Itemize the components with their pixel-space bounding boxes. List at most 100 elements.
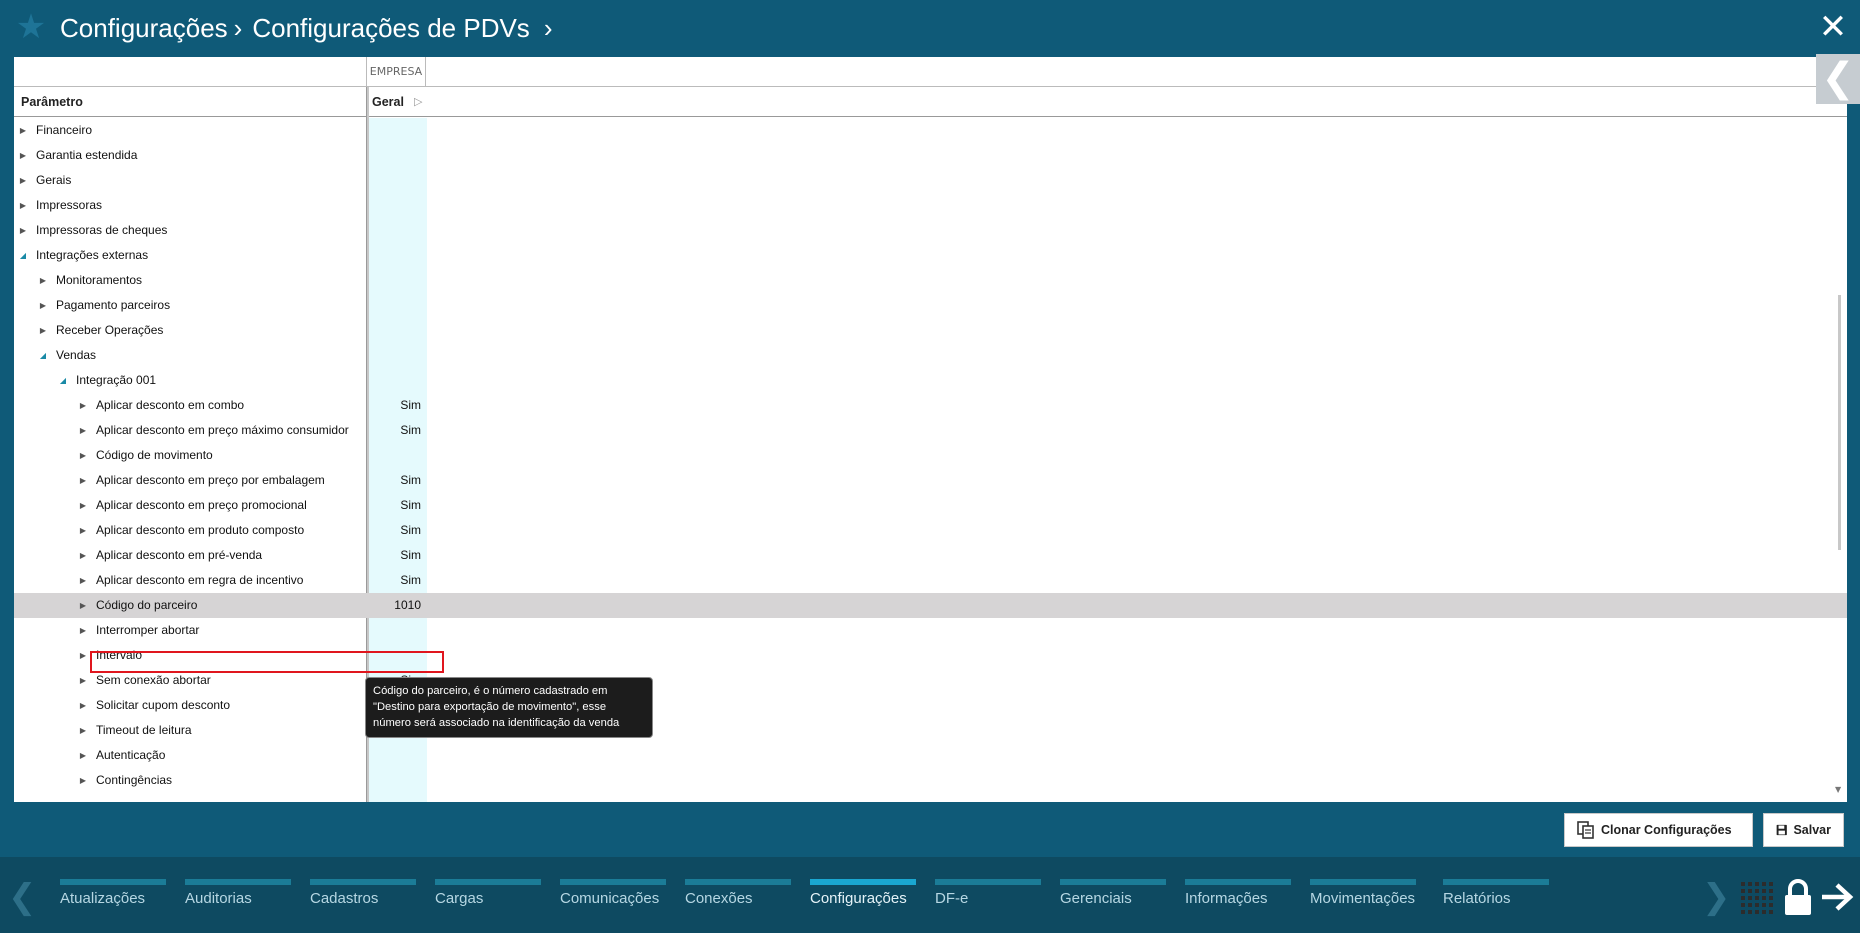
table-row[interactable]: ▶ Código de movimento (14, 443, 1847, 468)
table-row[interactable]: ▶ Aplicar desconto em regra de incentivo S… (14, 568, 1847, 593)
nav-item[interactable]: Gerenciais (1060, 879, 1166, 909)
nav-item[interactable]: Conexões (685, 879, 791, 909)
nav-item[interactable]: Movimentações (1310, 879, 1416, 909)
expand-arrow-icon[interactable]: ▶ (18, 193, 28, 218)
row-value[interactable]: Sim (369, 568, 425, 593)
expand-arrow-icon[interactable]: ▶ (78, 718, 88, 743)
row-value[interactable]: 1010 (369, 593, 425, 618)
nav-item[interactable]: Cadastros (310, 879, 416, 909)
table-row[interactable]: ▶ Aplicar desconto em preço promocional Si… (14, 493, 1847, 518)
nav-scroll-right-icon[interactable]: ❯ (1702, 880, 1731, 914)
expand-arrow-icon[interactable]: ▶ (38, 318, 48, 343)
nav-item[interactable]: DF-e (935, 879, 1041, 909)
scroll-down-icon[interactable]: ▼ (1835, 785, 1841, 794)
expand-arrow-icon[interactable]: ▶ (38, 268, 48, 293)
expand-arrow-icon[interactable]: ▶ (78, 443, 88, 468)
row-value[interactable]: Sim (369, 493, 425, 518)
breadcrumb-item-configuracoes[interactable]: Configurações (60, 13, 228, 44)
expand-arrow-icon[interactable]: ▶ (78, 743, 88, 768)
table-row[interactable]: ▶ Aplicar desconto em pré-venda Sim (14, 543, 1847, 568)
table-row[interactable]: ◢ Integrações externas (14, 243, 1847, 268)
table-row[interactable]: ◢ Vendas (14, 343, 1847, 368)
row-label: Garantia estendida (36, 148, 138, 162)
expand-arrow-icon[interactable]: ▶ (78, 618, 88, 643)
row-value[interactable]: Sim (369, 393, 425, 418)
nav-item-label: Movimentações (1310, 890, 1416, 907)
column-expand-icon[interactable]: ▷ (414, 95, 422, 108)
breadcrumb-next-icon[interactable]: › (544, 13, 553, 44)
expand-arrow-icon[interactable]: ▶ (78, 493, 88, 518)
highlight-box (90, 651, 444, 673)
collapse-arrow-icon[interactable]: ◢ (18, 243, 28, 268)
table-row[interactable]: ▶ Impressoras de cheques (14, 218, 1847, 243)
table-row[interactable]: ▶ Aplicar desconto em combo Sim (14, 393, 1847, 418)
expand-arrow-icon[interactable]: ▶ (18, 168, 28, 193)
table-row[interactable]: ▶Timeout de leitura5000 (14, 718, 1847, 743)
expand-arrow-icon[interactable]: ▶ (78, 568, 88, 593)
expand-arrow-icon[interactable]: ▶ (18, 218, 28, 243)
collapse-arrow-icon[interactable]: ◢ (58, 368, 68, 393)
nav-item[interactable]: Atualizações (60, 879, 166, 909)
table-row[interactable]: ▶ Monitoramentos (14, 268, 1847, 293)
column-header-parametro[interactable]: Parâmetro (21, 95, 83, 109)
row-label: Integrações externas (36, 248, 149, 262)
expand-arrow-icon[interactable]: ▶ (78, 768, 88, 793)
table-row[interactable]: ◢ Integração 001 (14, 368, 1847, 393)
exit-arrow-icon[interactable] (1820, 881, 1854, 913)
table-row[interactable]: ▶ Interromper abortar (14, 618, 1847, 643)
table-row[interactable]: ▶ Garantia estendida (14, 143, 1847, 168)
expand-arrow-icon[interactable]: ▶ (38, 293, 48, 318)
table-row[interactable]: ▶ Gerais (14, 168, 1847, 193)
scrollbar-thumb[interactable] (1838, 295, 1841, 550)
table-row[interactable]: ▶ Aplicar desconto em preço por embalagem… (14, 468, 1847, 493)
row-value[interactable]: Sim (369, 518, 425, 543)
row-value[interactable]: Sim (369, 418, 425, 443)
apps-grid-icon[interactable] (1741, 882, 1773, 914)
table-row[interactable]: ▶ Código do parceiro 1010 (14, 593, 1847, 618)
nav-item[interactable]: Cargas (435, 879, 541, 909)
nav-item[interactable]: Informações (1185, 879, 1291, 909)
table-row[interactable]: ▶ Autenticação (14, 743, 1847, 768)
expand-arrow-icon[interactable]: ▶ (78, 468, 88, 493)
row-value[interactable]: Sim (369, 468, 425, 493)
clone-settings-button[interactable]: Clonar Configurações (1564, 813, 1753, 847)
nav-item[interactable]: Comunicações (560, 879, 666, 909)
nav-item-label: Relatórios (1443, 890, 1511, 907)
nav-item[interactable]: Relatórios (1443, 879, 1549, 909)
expand-arrow-icon[interactable]: ▶ (78, 543, 88, 568)
column-header-geral[interactable]: Geral (372, 95, 404, 109)
table-row[interactable]: ▶ Impressoras (14, 193, 1847, 218)
nav-item[interactable]: Auditorias (185, 879, 291, 909)
collapse-panel-icon[interactable]: ❮ (1816, 54, 1860, 104)
nav-item-bar (435, 879, 541, 885)
save-button[interactable]: Salvar (1763, 813, 1844, 847)
expand-arrow-icon[interactable]: ▶ (18, 143, 28, 168)
nav-item-label: Gerenciais (1060, 890, 1132, 907)
lock-icon[interactable] (1783, 878, 1813, 916)
row-value[interactable]: Sim (369, 543, 425, 568)
table-row[interactable]: ▶ Pagamento parceiros (14, 293, 1847, 318)
nav-scroll-left-icon[interactable]: ❮ (8, 880, 37, 914)
expand-arrow-icon[interactable]: ▶ (78, 643, 88, 668)
close-icon[interactable]: ✕ (1818, 10, 1848, 44)
star-icon[interactable]: ★ (14, 10, 48, 44)
collapse-arrow-icon[interactable]: ◢ (38, 343, 48, 368)
expand-arrow-icon[interactable]: ▶ (78, 393, 88, 418)
expand-arrow-icon[interactable]: ▶ (78, 668, 88, 693)
table-row[interactable]: ▶Solicitar cupom descontoNão (14, 693, 1847, 718)
nav-item-label: DF-e (935, 890, 969, 907)
nav-item-bar (310, 879, 416, 885)
table-row[interactable]: ▶ Receber Operações (14, 318, 1847, 343)
breadcrumb-item-pdvs[interactable]: Configurações de PDVs (252, 13, 529, 44)
expand-arrow-icon[interactable]: ▶ (18, 118, 28, 143)
parameters-panel: EMPRESA Parâmetro Geral ▷ ▶ Financeiro ▶ Ga… (14, 57, 1847, 802)
table-row[interactable]: ▶ Financeiro (14, 118, 1847, 143)
nav-item[interactable]: Configurações (810, 879, 916, 909)
expand-arrow-icon[interactable]: ▶ (78, 693, 88, 718)
table-row[interactable]: ▶ Contingências (14, 768, 1847, 793)
expand-arrow-icon[interactable]: ▶ (78, 418, 88, 443)
table-row[interactable]: ▶ Aplicar desconto em produto composto Sim (14, 518, 1847, 543)
table-row[interactable]: ▶ Aplicar desconto em preço máximo consum… (14, 418, 1847, 443)
expand-arrow-icon[interactable]: ▶ (78, 518, 88, 543)
expand-arrow-icon[interactable]: ▶ (78, 593, 88, 618)
